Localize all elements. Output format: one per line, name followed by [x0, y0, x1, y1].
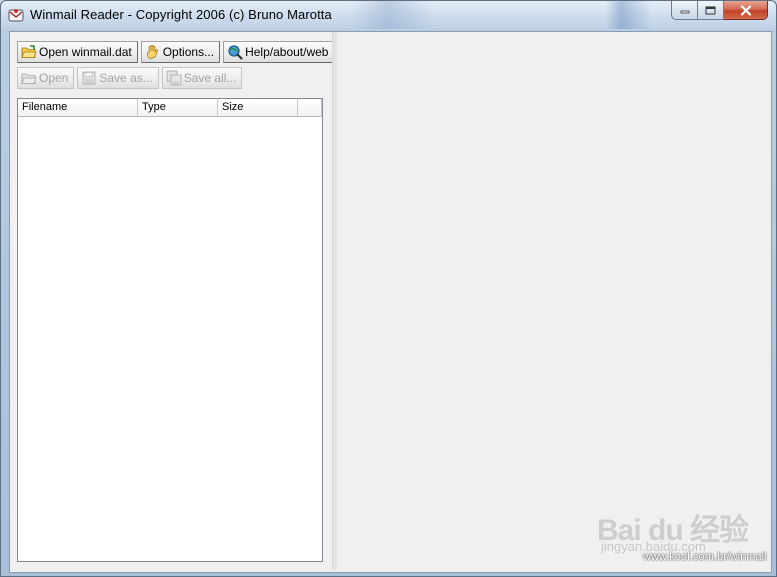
window-title: Winmail Reader - Copyright 2006 (c) Brun… [30, 7, 332, 22]
magnifier-globe-icon [227, 44, 243, 60]
hand-icon [145, 44, 161, 60]
column-size[interactable]: Size [218, 99, 298, 116]
close-button[interactable] [724, 1, 768, 20]
left-pane: Open winmail.dat Options... Help/about/w… [10, 32, 335, 570]
save-as-label: Save as... [99, 71, 153, 85]
column-filename[interactable]: Filename [18, 99, 138, 116]
minimize-icon [680, 10, 689, 14]
save-all-label: Save all... [183, 71, 237, 85]
options-button[interactable]: Options... [140, 41, 221, 63]
floppy-disks-icon [166, 70, 182, 86]
close-icon [740, 4, 751, 16]
attachment-list[interactable]: Filename Type Size [17, 98, 323, 562]
minimize-button[interactable] [671, 1, 698, 20]
options-label: Options... [162, 45, 215, 59]
floppy-disk-icon [81, 70, 97, 86]
caption-buttons [671, 1, 768, 21]
open-winmail-button[interactable]: Open winmail.dat [17, 41, 138, 63]
list-header: Filename Type Size [18, 99, 322, 117]
column-filler [298, 99, 322, 116]
open-button[interactable]: Open [17, 67, 75, 89]
open-winmail-label: Open winmail.dat [39, 45, 132, 59]
help-button[interactable]: Help/about/web [223, 41, 335, 63]
app-window: Winmail Reader - Copyright 2006 (c) Brun… [0, 0, 777, 577]
main-toolbar: Open winmail.dat Options... Help/about/w… [17, 41, 335, 63]
file-toolbar: Open Save as... Save all... [17, 67, 243, 89]
help-label: Help/about/web [245, 45, 329, 59]
mail-envelope-icon[interactable] [8, 7, 24, 23]
open-label: Open [39, 71, 69, 85]
folder-open-icon [21, 44, 37, 60]
maximize-icon [705, 6, 716, 14]
save-all-button[interactable]: Save all... [161, 67, 243, 89]
save-as-button[interactable]: Save as... [77, 67, 159, 89]
preview-pane [337, 32, 770, 570]
maximize-button[interactable] [698, 1, 724, 20]
client-area: Open winmail.dat Options... Help/about/w… [9, 31, 772, 573]
title-bar[interactable]: Winmail Reader - Copyright 2006 (c) Brun… [1, 1, 776, 29]
column-type[interactable]: Type [138, 99, 218, 116]
folder-open-icon [21, 70, 37, 86]
